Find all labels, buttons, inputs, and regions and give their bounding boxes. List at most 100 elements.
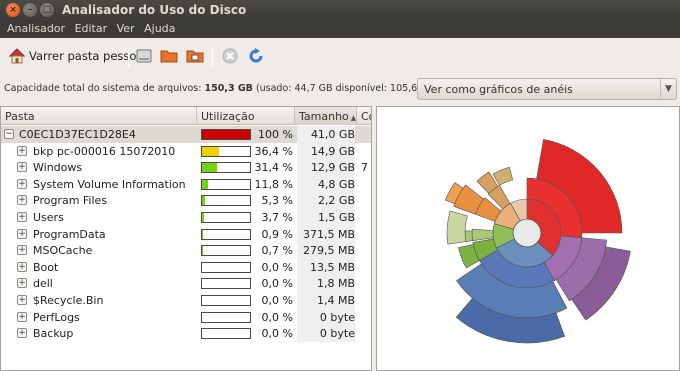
scan-home-label: Varrer pasta pessoal [29,49,147,63]
ring-segment[interactable] [471,228,494,241]
menu-editar[interactable]: Editar [72,20,111,37]
folder-name: MSOCache [33,244,93,258]
folder-size: 12,9 GB [297,159,355,177]
folder-name: dell [33,277,53,291]
collapse-icon[interactable]: − [4,129,14,139]
expand-icon[interactable]: + [17,195,27,206]
usage-bar [201,162,251,174]
table-row[interactable]: + PerfLogs 0,0 % 0 byte [1,308,371,326]
expand-icon[interactable]: + [17,261,27,272]
toolbar: Varrer pasta pessoal [0,38,680,74]
table-row[interactable]: + Boot 0,0 % 13,5 MB [1,258,371,276]
contents-count [361,259,371,261]
folder-size: 41,0 GB [297,126,355,143]
expand-icon[interactable]: + [17,162,27,173]
window-close-button[interactable]: × [6,3,20,17]
refresh-icon [247,47,265,65]
menu-ver[interactable]: Ver [114,20,138,37]
harddisk-icon [135,47,153,65]
usage-bar [201,328,251,340]
refresh-button[interactable] [247,45,265,67]
contents-count [361,226,371,228]
folder-name: bkp pc-000016 15072010 [33,144,176,158]
contents-count [361,176,371,178]
folder-size: 13,5 MB [297,258,355,276]
scan-folder-button[interactable] [160,45,178,67]
expand-icon[interactable]: + [17,178,27,189]
folder-name: Windows [33,161,83,175]
usage-percent: 0,0 % [261,294,293,307]
folder-icon [160,47,178,65]
expand-icon[interactable]: + [17,295,27,305]
capacity-detail: (usado: 44,7 GB disponível: 105,6 GB ) [255,83,441,94]
table-row[interactable]: − C0EC1D37EC1D28E4 100 % 41,0 GB [1,126,371,143]
view-mode-select[interactable]: Ver como gráficos de anéis ▼ [417,78,677,100]
folder-name: PerfLogs [33,310,80,324]
table-row[interactable]: + $Recycle.Bin 0,0 % 1,4 MB [1,292,371,309]
menu-ajuda[interactable]: Ajuda [141,20,178,37]
toolbar-separator [128,47,129,67]
expand-icon[interactable]: + [17,228,27,239]
usage-bar [201,129,251,140]
menu-analisador[interactable]: Analisador [4,20,68,37]
column-header-utilizacao[interactable]: Utilização [197,107,295,125]
usage-percent: 0,9 % [261,227,293,241]
usage-percent: 0,0 % [261,327,293,341]
table-row[interactable]: + bkp pc-000016 15072010 36,4 % 14,9 GB [1,142,371,160]
folder-size: 0 byte [297,325,355,343]
usage-bar [201,212,251,223]
usage-bar [201,311,251,323]
usage-percent: 36,4 % [254,144,293,158]
usage-bar [201,228,251,240]
expand-icon[interactable]: + [17,278,27,289]
table-row[interactable]: + MSOCache 0,7 % 279,5 MB [1,242,371,260]
chevron-down-icon: ▼ [660,79,676,99]
usage-bar [201,178,251,190]
folder-size: 1,4 MB [297,292,355,309]
usage-bar [201,278,251,290]
usage-bar [201,145,251,157]
usage-percent: 31,4 % [254,161,293,175]
window-minimize-button[interactable]: – [23,3,37,17]
ring-chart[interactable] [377,107,679,370]
expand-icon[interactable]: + [17,212,27,222]
folder-name: $Recycle.Bin [33,294,104,307]
expand-icon[interactable]: + [17,245,27,256]
usage-bar [201,195,251,207]
folder-name: ProgramData [33,227,106,241]
contents-count [361,143,371,145]
expand-icon[interactable]: + [17,311,27,322]
scan-home-button[interactable]: Varrer pasta pessoal [8,45,147,67]
ring-segment[interactable] [464,230,473,242]
column-header-pasta[interactable]: Pasta [1,107,197,125]
table-row[interactable]: + ProgramData 0,9 % 371,5 MB [1,225,371,243]
ring-segment[interactable] [492,166,514,186]
filesystem-capacity-info: Capacidade total do sistema de arquivos:… [4,83,441,94]
scan-remote-folder-button[interactable] [186,45,204,67]
table-row[interactable]: + System Volume Information 11,8 % 4,8 GB [1,175,371,193]
expand-icon[interactable]: + [17,328,27,339]
usage-bar-fill [202,196,205,206]
expand-icon[interactable]: + [17,145,27,156]
usage-percent: 0,7 % [261,244,293,258]
table-row[interactable]: + Windows 31,4 % 12,9 GB 7 [1,159,371,177]
scan-filesystem-button[interactable] [135,45,153,67]
folder-name: C0EC1D37EC1D28E4 [19,128,136,141]
stop-button[interactable] [221,45,239,67]
table-row[interactable]: + Users 3,7 % 1,5 GB [1,209,371,226]
stop-icon [221,47,239,65]
title-bar: × – □ Analisador do Uso do Disco [0,0,680,20]
table-header: Pasta Utilização Tamanho▲ Co [1,107,371,125]
ring-segment[interactable] [446,210,468,245]
column-header-contents[interactable]: Co [357,107,371,125]
table-row[interactable]: + dell 0,0 % 1,8 MB [1,275,371,293]
usage-percent: 100 % [258,128,293,141]
usage-bar-fill [202,213,204,222]
table-row[interactable]: + Program Files 5,3 % 2,2 GB [1,192,371,210]
table-row[interactable]: + Backup 0,0 % 0 byte [1,325,371,343]
usage-percent: 5,3 % [261,194,293,208]
window-maximize-button[interactable]: □ [40,3,54,17]
column-header-tamanho[interactable]: Tamanho ▲ [295,107,357,125]
usage-percent: 0,0 % [261,310,293,324]
usage-percent: 11,8 % [254,177,293,191]
